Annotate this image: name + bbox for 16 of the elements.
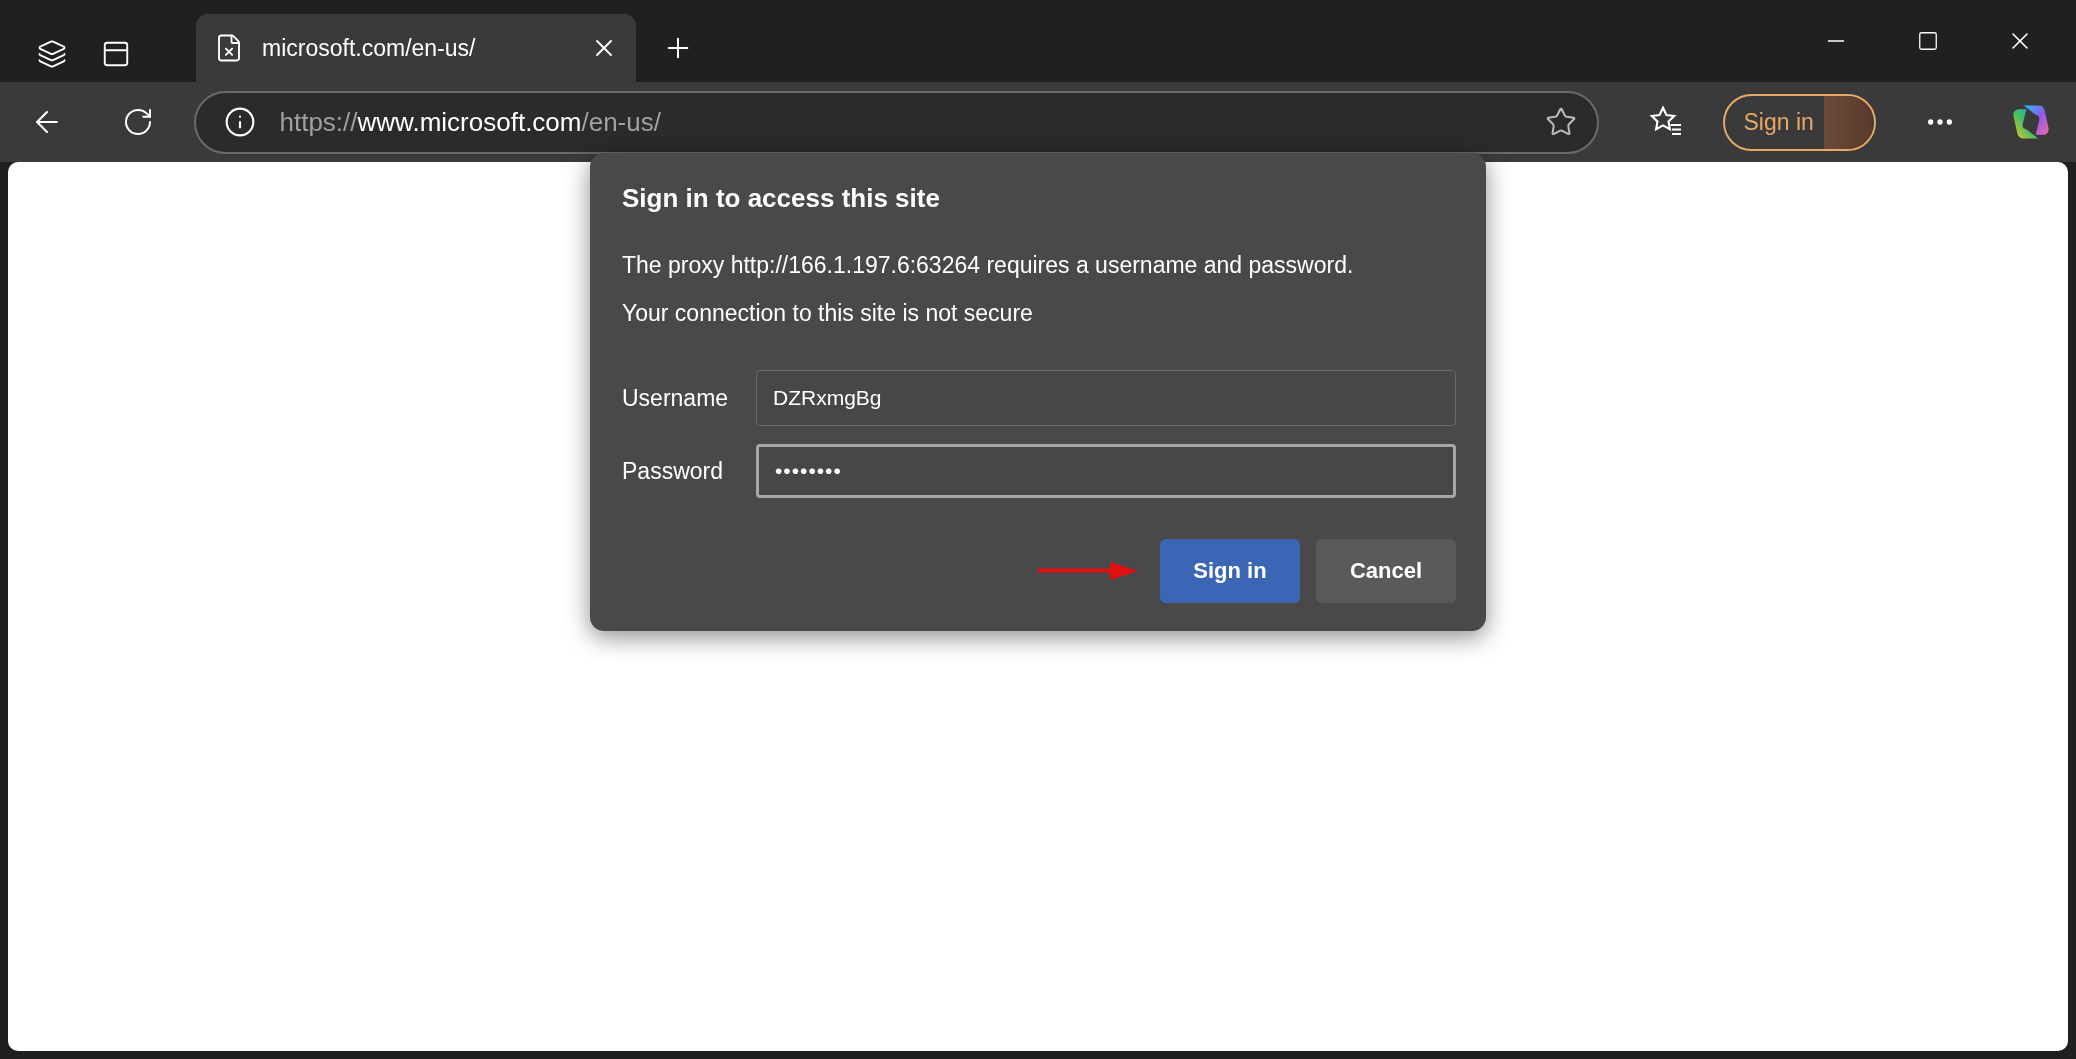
maximize-icon[interactable] (1917, 30, 1939, 52)
username-field[interactable]: DZRxmgBg (756, 370, 1456, 426)
cancel-button[interactable]: Cancel (1316, 539, 1456, 603)
info-icon (223, 106, 256, 138)
dialog-message: The proxy http://166.1.197.6:63264 requires a username and password. (622, 252, 1355, 279)
address-bar[interactable]: https://www.microsoft.com/en-us/ (193, 90, 1599, 154)
password-field[interactable]: •••••••• (756, 444, 1456, 498)
field-label: Password (622, 457, 724, 485)
favorite-star-icon[interactable] (1544, 106, 1577, 138)
sign-in-button[interactable]: Sign in (1160, 539, 1300, 603)
dialog-message: Your connection to this site is not secure (622, 300, 1034, 327)
dialog-title: Sign in to access this site (622, 183, 941, 214)
avatar-placeholder (1823, 95, 1872, 149)
profile-sign-in-button[interactable]: Sign in (1723, 93, 1877, 151)
browser-tab[interactable]: microsoft.com/en-us/ (196, 14, 636, 82)
field-label: Username (622, 384, 730, 412)
